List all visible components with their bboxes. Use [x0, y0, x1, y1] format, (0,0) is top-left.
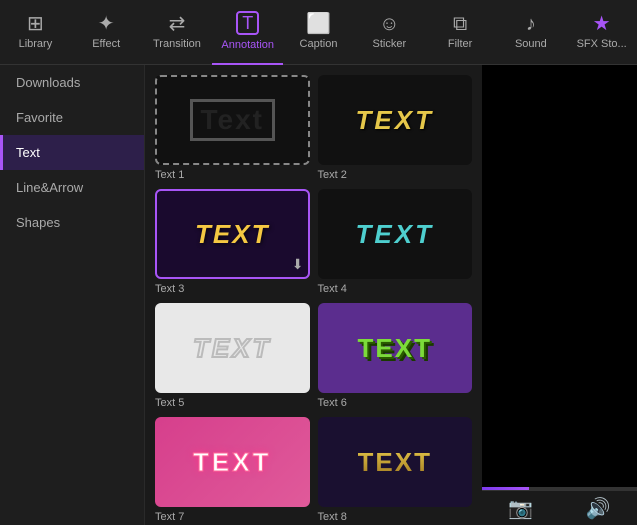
text-label-3: Text 3 — [155, 283, 310, 295]
nav-item-transition[interactable]: ⇄ Transition — [142, 0, 213, 65]
nav-label-annotation: Annotation — [221, 39, 274, 51]
text-preview-4: TEXT — [356, 219, 434, 250]
text-preview-6: TEXT — [358, 333, 432, 364]
caption-icon: ⬜ — [306, 14, 331, 34]
main-area: Downloads Favorite Text Line&Arrow Shape… — [0, 65, 637, 525]
nav-label-sticker: Sticker — [372, 38, 406, 50]
text-item-4: TEXT Text 4 — [318, 189, 473, 295]
sidebar-item-text[interactable]: Text — [0, 135, 144, 170]
text-item-6: TEXT Text 6 — [318, 303, 473, 409]
text-label-5: Text 5 — [155, 397, 310, 409]
nav-label-transition: Transition — [153, 38, 201, 50]
library-icon: ⊞ — [27, 14, 44, 34]
nav-item-effect[interactable]: ✦ Effect — [71, 0, 142, 65]
nav-label-sfxstore: SFX Sto... — [577, 38, 627, 50]
text-item-5: TEXT Text 5 — [155, 303, 310, 409]
nav-item-sticker[interactable]: ☺ Sticker — [354, 0, 425, 65]
nav-item-sound[interactable]: ♪ Sound — [495, 0, 566, 65]
filter-icon: ⧉ — [453, 14, 467, 34]
text-item-7: TEXT Text 7 — [155, 417, 310, 523]
nav-label-caption: Caption — [300, 38, 338, 50]
text-grid: Text Text 1 TEXT Text 2 TEXT ⬇ Text 3 — [155, 75, 472, 523]
text-preview-5: TEXT — [193, 333, 271, 364]
nav-label-filter: Filter — [448, 38, 472, 50]
text-thumb-1[interactable]: Text — [155, 75, 310, 165]
sound-icon: ♪ — [526, 14, 536, 34]
text-item-3: TEXT ⬇ Text 3 — [155, 189, 310, 295]
progress-bar[interactable] — [482, 487, 637, 490]
text-preview-8: TEXT — [358, 447, 432, 478]
nav-item-library[interactable]: ⊞ Library — [0, 0, 71, 65]
text-thumb-3[interactable]: TEXT ⬇ — [155, 189, 310, 279]
text-label-4: Text 4 — [318, 283, 473, 295]
sfxstore-icon: ★ — [593, 14, 611, 34]
download-icon: ⬇ — [292, 256, 304, 273]
text-label-2: Text 2 — [318, 169, 473, 181]
sticker-icon: ☺ — [379, 14, 399, 34]
text-preview-1: Text — [190, 99, 276, 141]
right-preview-panel: 📷 🔊 — [482, 65, 637, 525]
text-preview-7: TEXT — [193, 447, 271, 478]
text-thumb-8[interactable]: TEXT — [318, 417, 473, 507]
text-label-1: Text 1 — [155, 169, 310, 181]
nav-item-filter[interactable]: ⧉ Filter — [425, 0, 496, 65]
nav-label-effect: Effect — [92, 38, 120, 50]
nav-item-sfxstore[interactable]: ★ SFX Sto... — [566, 0, 637, 65]
text-item-1: Text Text 1 — [155, 75, 310, 181]
transition-icon: ⇄ — [169, 14, 186, 34]
annotation-icon: T — [236, 11, 259, 35]
text-label-6: Text 6 — [318, 397, 473, 409]
sidebar: Downloads Favorite Text Line&Arrow Shape… — [0, 65, 145, 525]
nav-item-annotation[interactable]: T Annotation — [212, 0, 283, 65]
text-thumb-6[interactable]: TEXT — [318, 303, 473, 393]
text-thumb-5[interactable]: TEXT — [155, 303, 310, 393]
bottom-controls: 📷 🔊 — [482, 490, 637, 525]
nav-item-caption[interactable]: ⬜ Caption — [283, 0, 354, 65]
text-preview-2: TEXT — [356, 105, 434, 136]
sidebar-item-linearrow[interactable]: Line&Arrow — [0, 170, 144, 205]
nav-label-sound: Sound — [515, 38, 547, 50]
text-label-7: Text 7 — [155, 511, 310, 523]
top-navigation: ⊞ Library ✦ Effect ⇄ Transition T Annota… — [0, 0, 637, 65]
sidebar-item-shapes[interactable]: Shapes — [0, 205, 144, 240]
text-preview-3: TEXT — [195, 219, 269, 250]
text-grid-panel: Text Text 1 TEXT Text 2 TEXT ⬇ Text 3 — [145, 65, 482, 525]
sidebar-item-downloads[interactable]: Downloads — [0, 65, 144, 100]
text-thumb-2[interactable]: TEXT — [318, 75, 473, 165]
camera-icon[interactable]: 📷 — [508, 496, 533, 521]
text-thumb-7[interactable]: TEXT — [155, 417, 310, 507]
effect-icon: ✦ — [98, 14, 115, 34]
text-item-8: TEXT Text 8 — [318, 417, 473, 523]
text-thumb-4[interactable]: TEXT — [318, 189, 473, 279]
speaker-icon[interactable]: 🔊 — [586, 496, 611, 521]
text-label-8: Text 8 — [318, 511, 473, 523]
video-preview — [482, 65, 637, 487]
nav-label-library: Library — [19, 38, 53, 50]
text-item-2: TEXT Text 2 — [318, 75, 473, 181]
sidebar-item-favorite[interactable]: Favorite — [0, 100, 144, 135]
progress-fill — [482, 487, 529, 490]
